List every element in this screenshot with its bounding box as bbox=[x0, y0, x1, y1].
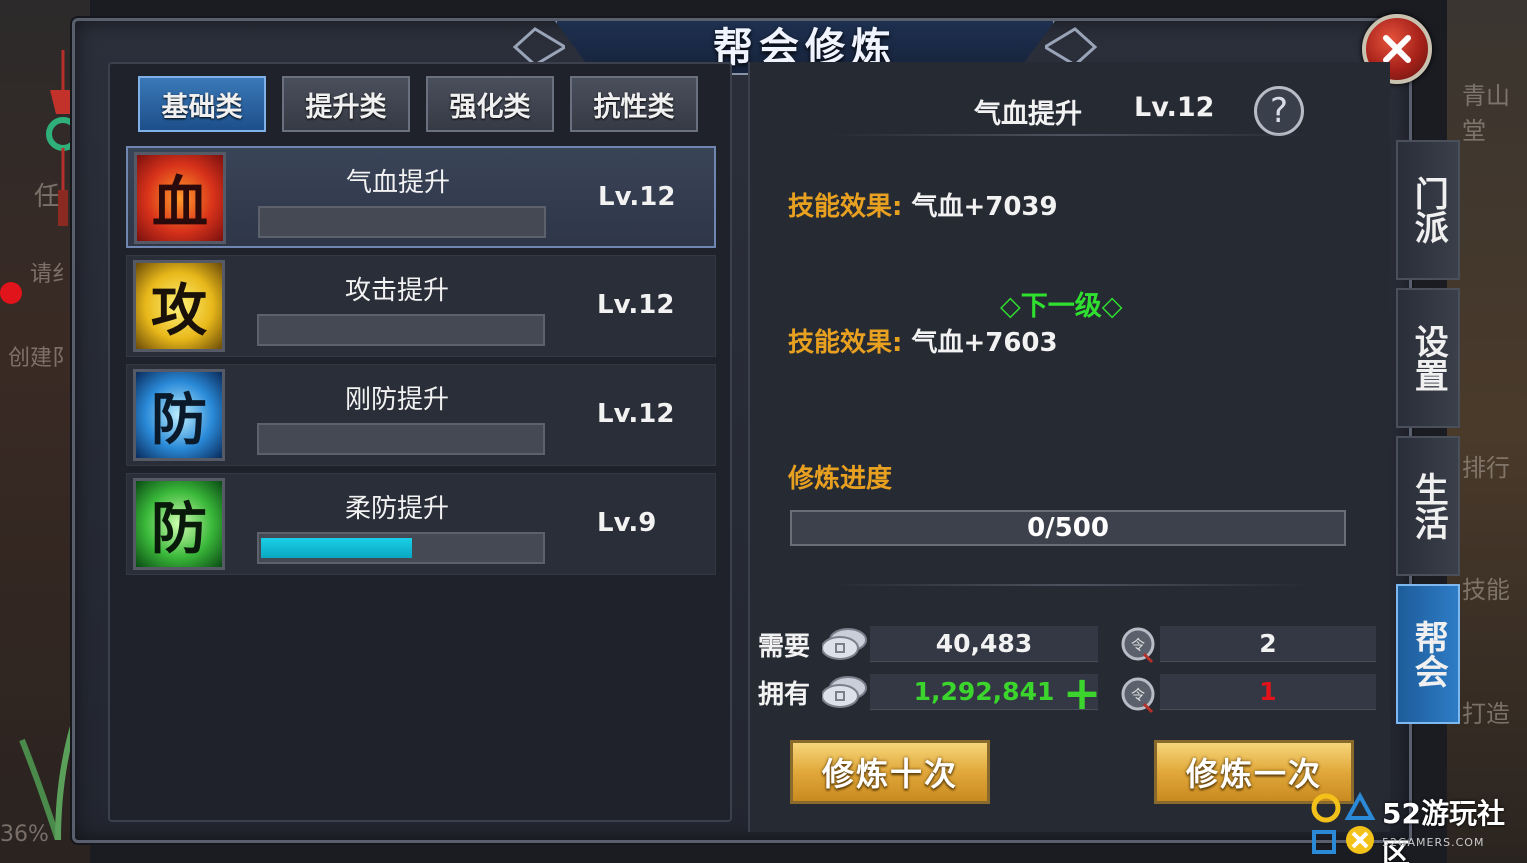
skill-name: 柔防提升 bbox=[344, 494, 449, 524]
effect-label: 技能效果: bbox=[788, 328, 903, 358]
skill-name: 气血提升 bbox=[345, 168, 450, 198]
next-effect: 技能效果: 气血+7603 bbox=[788, 322, 1058, 359]
silver-coin-icon bbox=[822, 628, 867, 660]
have-token-value: 1 bbox=[1160, 674, 1376, 710]
bg-text-request: 请纟 bbox=[30, 262, 75, 287]
question-icon: ? bbox=[1269, 91, 1289, 131]
side-tab-label: 门派 bbox=[1408, 176, 1449, 244]
side-tabs: 门派 设置 生活 帮会 bbox=[1396, 140, 1466, 732]
gamepad-logo-icon bbox=[1311, 791, 1376, 854]
header-divider bbox=[830, 134, 1310, 136]
tab-enhance[interactable]: 强化类 bbox=[426, 76, 554, 132]
skill-progress-fill bbox=[261, 538, 412, 558]
skill-progress-bar bbox=[257, 423, 545, 455]
skill-progress-bar bbox=[257, 314, 545, 346]
skill-row-hp[interactable]: 血 气血提升 Lv.12 bbox=[126, 146, 716, 248]
bg-text-rank: 排行 bbox=[1462, 454, 1510, 482]
watermark-subtext: 52GAMERS.COM bbox=[1382, 836, 1485, 849]
close-icon bbox=[1383, 35, 1411, 63]
skill-detail-panel: 气血提升 Lv.12 ? 技能效果: 气血+7039 ◇下一级◇ 技能效果: 气… bbox=[748, 62, 1390, 832]
skill-list-panel: 基础类 提升类 强化类 抗性类 血 气血提升 Lv.12 攻 攻击提升 Lv.1… bbox=[108, 62, 732, 822]
detail-skill-name: 气血提升 bbox=[974, 99, 1082, 130]
help-button[interactable]: ? bbox=[1254, 86, 1304, 136]
blood-icon: 血 bbox=[134, 152, 226, 244]
next-level-heading: ◇下一级◇ bbox=[1000, 291, 1123, 322]
side-tab-sect[interactable]: 门派 bbox=[1396, 140, 1460, 280]
progress-text: 0/500 bbox=[1027, 513, 1109, 543]
skill-list: 血 气血提升 Lv.12 攻 攻击提升 Lv.12 防 刚防提升 Lv.12 防 bbox=[126, 146, 716, 582]
skill-progress-bar bbox=[257, 532, 545, 564]
need-label: 需要 bbox=[758, 632, 811, 662]
effect-label: 技能效果: bbox=[788, 192, 903, 222]
need-silver-value: 40,483 bbox=[870, 626, 1098, 662]
defense-blue-icon: 防 bbox=[133, 369, 225, 461]
cost-divider bbox=[830, 584, 1310, 586]
watermark: 52游玩社区 52GAMERS.COM bbox=[1310, 790, 1527, 863]
skill-name: 刚防提升 bbox=[344, 385, 449, 415]
skill-row-attack[interactable]: 攻 攻击提升 Lv.12 bbox=[126, 255, 716, 357]
skill-row-hard-defense[interactable]: 防 刚防提升 Lv.12 bbox=[126, 364, 716, 466]
training-progress-bar: 0/500 bbox=[790, 510, 1346, 546]
need-token-value: 2 bbox=[1160, 626, 1376, 662]
notification-dot bbox=[0, 282, 22, 304]
effect-value: 气血+7603 bbox=[911, 328, 1058, 358]
bg-text-hall: 青山堂 bbox=[1462, 82, 1510, 145]
skill-row-soft-defense[interactable]: 防 柔防提升 Lv.9 bbox=[126, 473, 716, 575]
progress-label: 修炼进度 bbox=[788, 464, 893, 494]
skill-name: 攻击提升 bbox=[344, 276, 449, 306]
effect-value: 气血+7039 bbox=[911, 192, 1058, 222]
detail-skill-level: Lv.12 bbox=[1134, 92, 1215, 123]
silver-coin-icon bbox=[822, 676, 867, 708]
watermark-text: 52游玩社区 bbox=[1382, 797, 1505, 863]
bg-text-skill: 技能 bbox=[1462, 576, 1510, 604]
skill-level: Lv.12 bbox=[597, 290, 675, 320]
side-tab-label: 设置 bbox=[1408, 324, 1449, 392]
skill-level: Lv.12 bbox=[597, 399, 675, 429]
defense-green-icon: 防 bbox=[133, 478, 225, 570]
category-tabs: 基础类 提升类 强化类 抗性类 bbox=[138, 76, 698, 132]
side-tab-label: 帮会 bbox=[1408, 620, 1449, 688]
svg-text:令: 令 bbox=[1131, 638, 1145, 654]
svg-text:令: 令 bbox=[1131, 688, 1145, 704]
guild-token-icon: 令 bbox=[1121, 677, 1155, 714]
tab-upgrade[interactable]: 提升类 bbox=[282, 76, 410, 132]
skill-progress-bar bbox=[258, 206, 546, 238]
guild-token-icon: 令 bbox=[1121, 627, 1155, 664]
side-tab-label: 生活 bbox=[1408, 472, 1449, 540]
add-silver-button[interactable]: + bbox=[1062, 670, 1102, 716]
side-tab-settings[interactable]: 设置 bbox=[1396, 288, 1460, 428]
train-ten-button[interactable]: 修炼十次 bbox=[790, 740, 990, 804]
skill-level: Lv.12 bbox=[598, 182, 676, 212]
current-effect: 技能效果: 气血+7039 bbox=[788, 186, 1058, 223]
bg-text-create: 创建阝 bbox=[8, 346, 75, 371]
have-label: 拥有 bbox=[758, 680, 811, 710]
side-tab-guild[interactable]: 帮会 bbox=[1396, 584, 1460, 724]
tab-basic[interactable]: 基础类 bbox=[138, 76, 266, 132]
skill-level: Lv.9 bbox=[597, 508, 657, 538]
bg-text-forge: 打造 bbox=[1462, 700, 1510, 728]
tab-resistance[interactable]: 抗性类 bbox=[570, 76, 698, 132]
side-tab-life[interactable]: 生活 bbox=[1396, 436, 1460, 576]
attack-icon: 攻 bbox=[133, 260, 225, 352]
